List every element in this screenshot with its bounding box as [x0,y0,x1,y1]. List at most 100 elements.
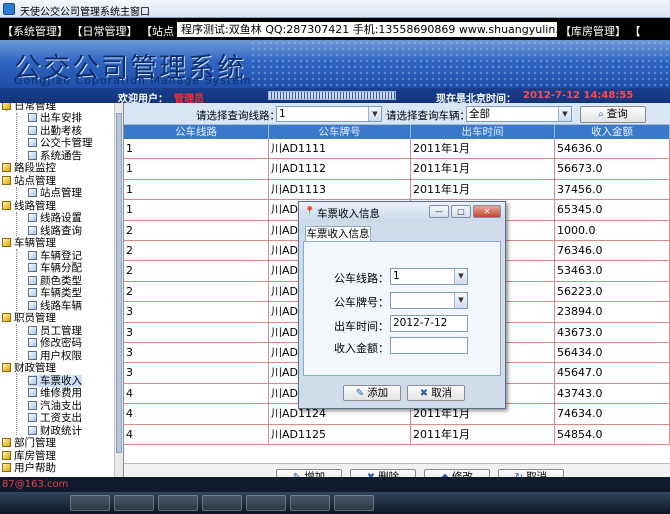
table-cell[interactable]: 3 [124,343,269,363]
sidebar-group-department[interactable]: 部门管理 [2,437,56,449]
sidebar-scroll-thumb[interactable] [116,113,122,453]
table-cell[interactable]: 2 [124,261,269,282]
table-cell[interactable]: 4 [124,404,269,425]
taskbar-button[interactable] [290,495,330,511]
taskbar-button[interactable] [202,495,242,511]
taskbar-button[interactable] [158,495,198,511]
table-cell[interactable]: 2011年1月 [411,179,555,200]
table-row[interactable]: 4 川AD1125 2011年1月 54854.0 [124,424,670,445]
table-cell[interactable]: 3 [124,363,269,384]
cancel-button[interactable]: ↻取消 [498,469,564,477]
sidebar-group-warehouse[interactable]: 库房管理 [2,450,56,462]
sidebar-item-permission[interactable]: 用户权限 [28,350,82,362]
sidebar-group-station[interactable]: 站点管理 [2,175,56,187]
table-cell[interactable]: 1 [124,139,269,159]
table-cell[interactable]: 川AD1112 [269,159,411,180]
sidebar-scrollbar[interactable] [114,103,123,477]
close-icon[interactable]: ✕ [473,205,501,218]
column-header-line[interactable]: 公车线路 [124,125,269,139]
sidebar-item-vehicle-register[interactable]: 车辆登记 [28,250,82,262]
table-cell[interactable]: 4 [124,424,269,445]
table-cell[interactable]: 23894.0 [555,302,670,323]
sidebar-group-monitor[interactable]: 路段监控 [2,162,56,174]
sidebar-item-vehicle-type[interactable]: 车辆类型 [28,287,82,299]
table-cell[interactable]: 76346.0 [555,241,670,261]
table-cell[interactable]: 2 [124,241,269,261]
table-cell[interactable]: 1 [124,159,269,180]
table-cell[interactable]: 3 [124,322,269,343]
sidebar-item-finance-stats[interactable]: 财政统计 [28,425,82,437]
sidebar-item-salary-cost[interactable]: 工资支出 [28,412,82,424]
search-button[interactable]: ⌕ 查询 [580,106,646,123]
table-cell[interactable]: 4 [124,383,269,404]
table-cell[interactable]: 川AD1111 [269,139,411,159]
line-field-select[interactable]: 1 ▼ [390,268,468,285]
table-cell[interactable]: 1 [124,179,269,200]
chevron-down-icon[interactable]: ▼ [558,107,571,121]
sidebar-item-line-setup[interactable]: 线路设置 [28,212,82,224]
modify-button[interactable]: ◆修改 [424,469,490,477]
maximize-icon[interactable]: □ [451,205,471,218]
table-cell[interactable]: 2011年1月 [411,424,555,445]
dialog-cancel-button[interactable]: ✖ 取消 [407,385,465,401]
table-row[interactable]: 1 川AD1111 2011年1月 54636.0 [124,139,670,160]
sidebar-item-employee[interactable]: 员工管理 [28,325,82,337]
table-cell[interactable]: 2011年1月 [411,139,555,159]
taskbar-button[interactable] [70,495,110,511]
table-cell[interactable]: 53463.0 [555,261,670,282]
table-cell[interactable]: 2011年1月 [411,159,555,180]
table-cell[interactable]: 56673.0 [555,159,670,180]
table-cell[interactable]: 74634.0 [555,404,670,425]
taskbar-button[interactable] [114,495,154,511]
sidebar-item-attendance[interactable]: 出勤考核 [28,125,82,137]
sidebar-group-daily[interactable]: 日常管理 [2,103,56,112]
table-cell[interactable]: 56434.0 [555,343,670,363]
plate-field-select[interactable]: ▼ [390,292,468,309]
table-cell[interactable]: 65345.0 [555,200,670,221]
table-cell[interactable]: 川AD1113 [269,179,411,200]
dialog-titlebar[interactable]: 📍 车票收入信息 — □ ✕ [299,202,505,222]
table-cell[interactable]: 37456.0 [555,179,670,200]
chevron-down-icon[interactable]: ▼ [368,107,381,121]
column-header-amount[interactable]: 收入金额 [555,125,670,139]
amount-field-input[interactable] [390,337,468,354]
sidebar-item-line-query[interactable]: 线路查询 [28,225,82,237]
sidebar-item-ticket-income[interactable]: 车票收入 [28,374,82,387]
table-cell[interactable]: 2 [124,220,269,241]
dialog-add-button[interactable]: ✎ 添加 [343,385,401,401]
sidebar-item-buscard[interactable]: 公交卡管理 [28,137,93,149]
top-menu-left[interactable]: 【系统管理】 【日常管理】 【站点 [2,23,174,39]
sidebar-item-color-type[interactable]: 颜色类型 [28,275,82,287]
taskbar-button[interactable] [246,495,286,511]
minimize-icon[interactable]: — [429,205,449,218]
table-cell[interactable]: 45647.0 [555,363,670,384]
table-cell[interactable]: 川AD1125 [269,424,411,445]
time-field-input[interactable]: 2012-7-12 [390,315,468,332]
car-filter-select[interactable]: 全部 ▼ [466,106,572,122]
sidebar-item-repair-cost[interactable]: 维修费用 [28,387,82,399]
sidebar-item-password[interactable]: 修改密码 [28,337,82,349]
table-cell[interactable]: 54636.0 [555,139,670,159]
sidebar-item-dispatch[interactable]: 出车安排 [28,112,82,124]
sidebar-group-help[interactable]: 用户帮助 [2,462,56,474]
sidebar-item-line-vehicle[interactable]: 线路车辆 [28,300,82,312]
table-cell[interactable]: 54854.0 [555,424,670,445]
table-cell[interactable]: 3 [124,302,269,323]
sidebar-group-finance[interactable]: 财政管理 [2,362,56,374]
chevron-down-icon[interactable]: ▼ [454,293,467,308]
sidebar-group-vehicle[interactable]: 车辆管理 [2,237,56,249]
taskbar-button[interactable] [334,495,374,511]
sidebar-item-notice[interactable]: 系统通告 [28,150,82,162]
table-cell[interactable]: 43673.0 [555,322,670,343]
sidebar-group-line[interactable]: 线路管理 [2,200,56,212]
table-cell[interactable]: 1000.0 [555,220,670,241]
sidebar-group-staff[interactable]: 职员管理 [2,312,56,324]
top-menu-right[interactable]: 【库房管理】 【 [560,23,641,39]
column-header-plate[interactable]: 公车牌号 [269,125,411,139]
table-cell[interactable]: 56223.0 [555,281,670,302]
table-cell[interactable]: 1 [124,200,269,221]
sidebar-item-station[interactable]: 站点管理 [28,187,82,199]
table-cell[interactable]: 2 [124,281,269,302]
sidebar-item-fuel-cost[interactable]: 汽油支出 [28,400,82,412]
chevron-down-icon[interactable]: ▼ [454,269,467,284]
